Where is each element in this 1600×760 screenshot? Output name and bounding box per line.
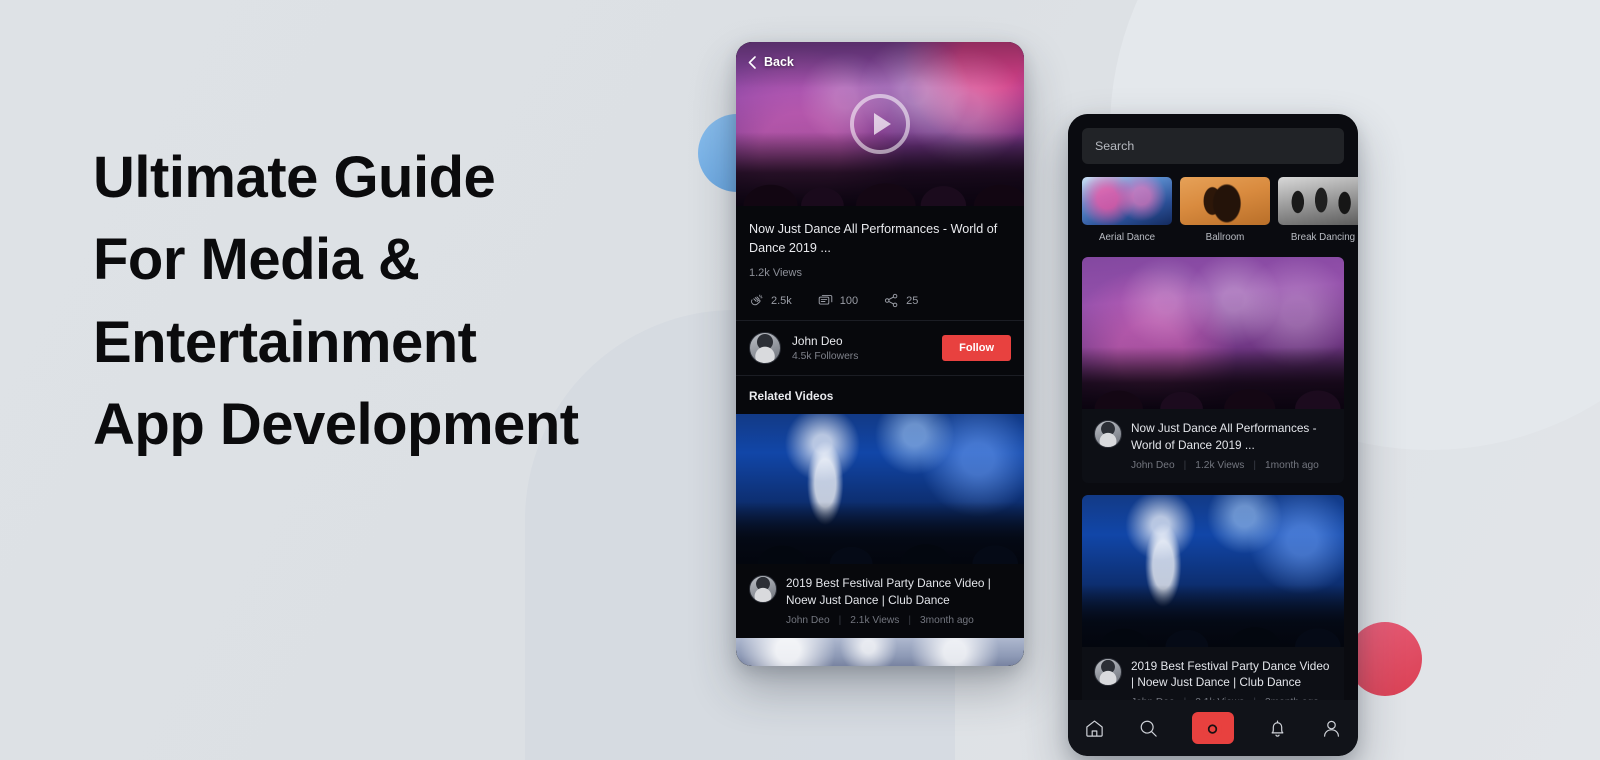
stat-claps-value: 2.5k	[771, 294, 792, 307]
bottom-navigation	[1068, 700, 1358, 756]
feed-thumbnail[interactable]	[1082, 257, 1344, 409]
related-video-age: 3month ago	[920, 614, 974, 626]
related-video-info: 2019 Best Festival Party Dance Video | N…	[736, 564, 1024, 638]
search-icon	[1138, 718, 1159, 739]
video-views: 1.2k Views	[749, 267, 802, 280]
home-icon	[1084, 718, 1105, 739]
author-info: John Deo 4.5k Followers	[792, 334, 942, 362]
related-video-card[interactable]: 2019 Best Festival Party Dance Video | N…	[736, 414, 1024, 638]
video-title: Now Just Dance All Performances - World …	[749, 222, 998, 255]
decorative-circle-pink	[1348, 622, 1422, 696]
author-followers: 4.5k Followers	[792, 351, 859, 363]
feed-card-title: Now Just Dance All Performances - World …	[1131, 421, 1317, 452]
feed-body: Aerial Dance Ballroom Break Dancing	[1068, 114, 1358, 700]
separator: |	[908, 614, 912, 626]
category-break-dancing[interactable]: Break Dancing	[1278, 177, 1358, 243]
category-label: Ballroom	[1205, 232, 1245, 243]
nav-notifications[interactable]	[1267, 718, 1288, 739]
avatar	[749, 332, 781, 365]
related-video-text: 2019 Best Festival Party Dance Video | N…	[786, 575, 1011, 626]
stat-shares-value: 25	[906, 294, 919, 307]
video-stats: 2.5k 100 25	[749, 293, 1011, 308]
separator: |	[838, 614, 842, 626]
search-input[interactable]	[1082, 128, 1344, 164]
video-hero[interactable]: Back	[736, 42, 1024, 206]
feed-card-views: 1.2k Views	[1195, 459, 1245, 471]
category-aerial-dance[interactable]: Aerial Dance	[1082, 177, 1172, 243]
feed-card-sub: John Deo | 1.2k Views | 1month ago	[1131, 460, 1332, 471]
headline-line-3: Entertainment	[93, 309, 477, 375]
back-button[interactable]: Back	[748, 55, 794, 69]
headline-line-1: Ultimate Guide	[93, 144, 496, 210]
author-name: John Deo	[792, 334, 843, 349]
feed-card[interactable]: 2019 Best Festival Party Dance Video | N…	[1082, 494, 1344, 701]
poster-canvas: Ultimate Guide For Media & Entertainment…	[0, 0, 1600, 760]
feed-card-meta: Now Just Dance All Performances - World …	[1082, 409, 1344, 483]
avatar	[749, 575, 777, 604]
follow-button[interactable]: Follow	[942, 335, 1011, 362]
category-label: Aerial Dance	[1098, 232, 1156, 243]
thumbnail-image	[736, 414, 1024, 565]
feed-card-text: 2019 Best Festival Party Dance Video | N…	[1131, 658, 1332, 701]
stat-shares[interactable]: 25	[884, 293, 918, 308]
separator: |	[1183, 459, 1187, 471]
category-thumbnail	[1180, 177, 1270, 225]
nav-profile[interactable]	[1321, 718, 1342, 739]
share-icon	[884, 293, 899, 308]
feed-card-author: John Deo	[1131, 459, 1175, 471]
feed-card[interactable]: Now Just Dance All Performances - World …	[1082, 257, 1344, 483]
related-video-author: John Deo	[786, 614, 830, 626]
feed-thumbnail[interactable]	[1082, 494, 1344, 647]
feed-card-age: 1month ago	[1265, 459, 1319, 471]
related-video-views: 2.1k Views	[850, 614, 900, 626]
stat-claps[interactable]: 2.5k	[749, 293, 792, 308]
category-strip: Aerial Dance Ballroom Break Dancing	[1082, 177, 1358, 243]
clap-icon	[749, 293, 764, 308]
video-meta: Now Just Dance All Performances - World …	[736, 206, 1024, 321]
avatar	[1094, 657, 1122, 686]
related-videos-heading: Related Videos	[736, 376, 1024, 415]
comment-icon	[818, 293, 833, 308]
back-label: Back	[764, 55, 794, 69]
related-video-title: 2019 Best Festival Party Dance Video | N…	[786, 576, 991, 607]
phone-two-screen: Aerial Dance Ballroom Break Dancing	[1068, 114, 1358, 756]
nav-camera-button[interactable]	[1191, 712, 1234, 744]
feed-card-title: 2019 Best Festival Party Dance Video | N…	[1131, 658, 1330, 690]
feed-card-text: Now Just Dance All Performances - World …	[1131, 420, 1332, 471]
profile-icon	[1321, 718, 1342, 739]
related-video-thumbnail[interactable]	[736, 414, 1024, 565]
phone-mockup-feed: Aerial Dance Ballroom Break Dancing	[1068, 114, 1358, 756]
bell-icon	[1267, 718, 1288, 739]
author-row: John Deo 4.5k Followers Follow	[736, 321, 1024, 376]
separator: |	[1253, 459, 1257, 471]
nav-home[interactable]	[1084, 718, 1105, 739]
related-video-sub: John Deo | 2.1k Views | 3month ago	[786, 615, 1011, 626]
stat-comments-value: 100	[839, 294, 859, 307]
related-video-thumbnail-partial[interactable]	[736, 637, 1024, 666]
category-ballroom[interactable]: Ballroom	[1180, 177, 1270, 243]
headline-line-2: For Media &	[93, 227, 420, 293]
avatar	[1094, 420, 1122, 448]
category-thumbnail	[1082, 177, 1172, 225]
play-icon[interactable]	[850, 94, 910, 154]
thumbnail-image	[736, 637, 1024, 666]
nav-search[interactable]	[1138, 718, 1159, 739]
phone-one-screen: Back Now Just Dance All Performances - W…	[736, 42, 1024, 666]
camera-icon	[1202, 719, 1223, 738]
feed-card-meta: 2019 Best Festival Party Dance Video | N…	[1082, 646, 1344, 701]
stat-comments[interactable]: 100	[818, 293, 858, 308]
thumbnail-image	[1082, 494, 1344, 647]
page-title: Ultimate Guide For Media & Entertainment…	[93, 137, 713, 466]
chevron-left-icon	[748, 55, 756, 69]
phone-mockup-detail: Back Now Just Dance All Performances - W…	[736, 42, 1024, 666]
category-label: Break Dancing	[1290, 232, 1356, 243]
category-thumbnail	[1278, 177, 1358, 225]
headline-line-4: App Development	[93, 391, 579, 457]
